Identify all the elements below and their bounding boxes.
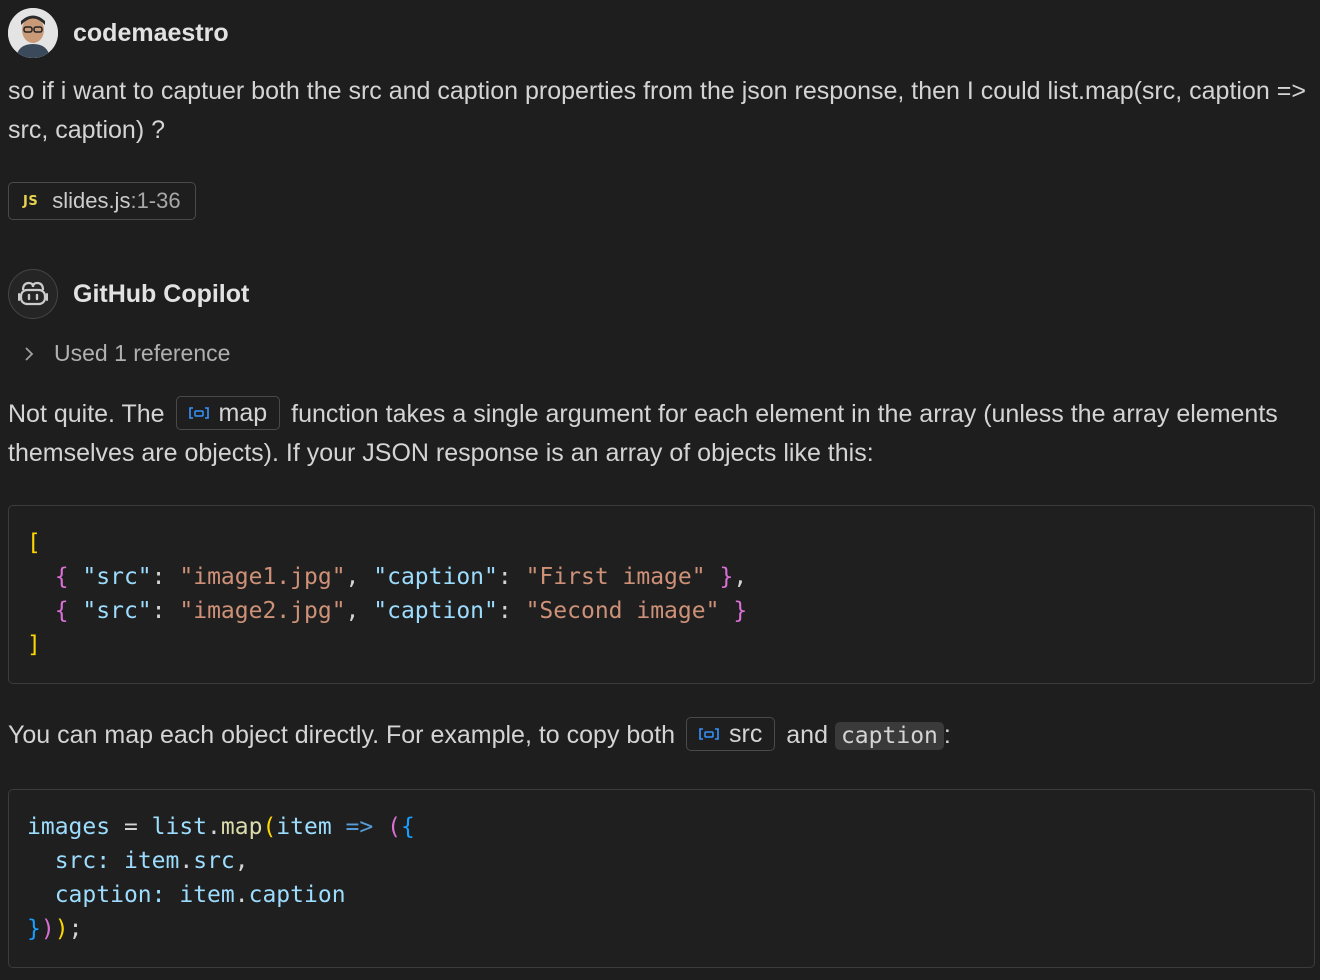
code-token: item: [179, 882, 235, 908]
code-js: images = list.map(item => ({ src: item.s…: [27, 814, 415, 942]
attachment-chip[interactable]: JS slides.js:1-36: [8, 182, 196, 220]
code-token: "src": [82, 598, 152, 624]
code-token: "Second image": [525, 598, 720, 624]
code-token: item: [276, 814, 332, 840]
code-token: list: [151, 814, 208, 840]
symbol-chip-map[interactable]: map: [175, 396, 281, 431]
assistant-message-header: GitHub Copilot: [8, 269, 249, 319]
code-token: "First image": [525, 564, 706, 590]
symbol-chip-label: src: [729, 719, 763, 748]
code-token: caption: [54, 882, 152, 908]
assistant-paragraph-1: Not quite. The map function takes a sing…: [8, 395, 1308, 473]
chevron-right-icon: [22, 345, 42, 363]
copilot-icon: [18, 281, 48, 306]
code-token: [: [27, 530, 41, 556]
assistant-name: GitHub Copilot: [73, 279, 250, 308]
user-photo-icon: [8, 8, 58, 58]
code-json: [ { "src": "image1.jpg", "caption": "Fir…: [27, 530, 748, 658]
copilot-avatar: [8, 269, 58, 319]
attachment-filename: slides.js: [52, 188, 131, 213]
code-block-js: images = list.map(item => ({ src: item.s…: [8, 789, 1315, 968]
code-block-json: [ { "src": "image1.jpg", "caption": "Fir…: [8, 505, 1315, 684]
code-token: ]: [27, 632, 41, 658]
code-token: src: [193, 848, 235, 874]
code-token: "src": [82, 564, 152, 590]
code-token: map: [220, 814, 263, 840]
user-avatar[interactable]: [8, 8, 58, 58]
assistant-paragraph-2: You can map each object directly. For ex…: [8, 716, 1308, 756]
inline-code-caption: caption: [834, 722, 944, 750]
symbol-variable-icon: [188, 407, 209, 420]
references-label: Used 1 reference: [54, 340, 231, 366]
symbol-chip-label: map: [218, 398, 268, 427]
code-token: src: [54, 848, 97, 874]
para2-before: You can map each object directly. For ex…: [8, 721, 676, 749]
user-message-header: codemaestro: [8, 8, 229, 58]
code-token: "caption": [373, 564, 498, 590]
code-token: caption: [248, 882, 346, 908]
symbol-variable-icon: [699, 728, 719, 741]
code-token: "caption": [373, 598, 498, 624]
user-name: codemaestro: [73, 18, 229, 47]
attachment-range: :1-36: [130, 188, 181, 213]
references-toggle[interactable]: Used 1 reference: [22, 340, 230, 367]
code-token: "image2.jpg": [179, 598, 346, 624]
code-token: images: [27, 814, 111, 840]
para2-middle: and: [786, 721, 828, 749]
code-token: "image1.jpg": [179, 564, 346, 590]
symbol-chip-src[interactable]: src: [686, 717, 776, 752]
code-token: ,: [733, 564, 748, 590]
user-message-text: so if i want to captuer both the src and…: [8, 77, 1306, 144]
code-token: item: [123, 848, 180, 874]
para2-after: :: [943, 721, 951, 749]
js-file-icon: JS: [23, 193, 39, 209]
para1-before: Not quite. The: [8, 400, 165, 428]
